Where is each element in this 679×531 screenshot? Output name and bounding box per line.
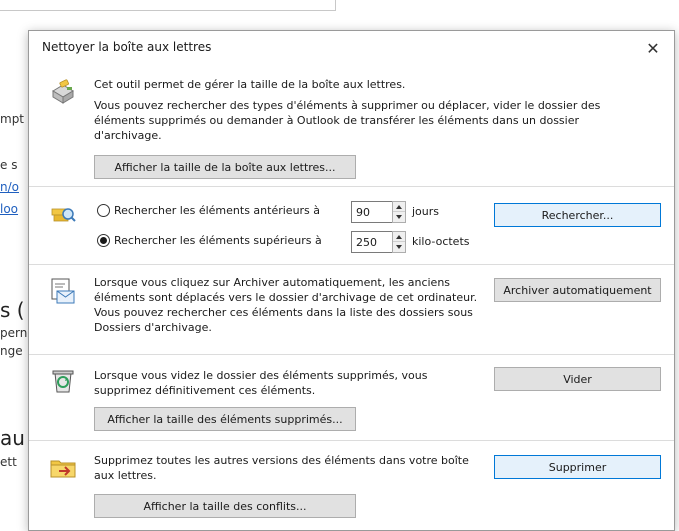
deleted-items-section: Lorsque vous videz le dossier des élémen… bbox=[29, 355, 674, 441]
background-text-fragment: nge bbox=[0, 344, 23, 358]
delete-conflicts-button[interactable]: Supprimer bbox=[494, 455, 661, 479]
larger-size-up-button[interactable] bbox=[393, 232, 405, 242]
arrow-down-icon bbox=[396, 215, 402, 219]
auto-archive-button[interactable]: Archiver automatiquement bbox=[494, 278, 661, 302]
search-larger-option[interactable]: Rechercher les éléments supérieurs à bbox=[97, 234, 322, 247]
search-section: Rechercher les éléments antérieurs à jou… bbox=[29, 187, 674, 265]
larger-size-input[interactable] bbox=[351, 231, 393, 253]
deleted-items-text: Lorsque vous videz le dossier des élémen… bbox=[94, 369, 428, 397]
conflicts-folder-icon bbox=[50, 460, 76, 478]
mailbox-description-text: Vous pouvez rechercher des types d'éléme… bbox=[94, 99, 601, 142]
background-link-fragment[interactable]: n/o bbox=[0, 180, 28, 194]
older-unit-label: jours bbox=[412, 205, 440, 218]
close-button[interactable]: ✕ bbox=[642, 37, 664, 59]
mailbox-tool-icon bbox=[52, 79, 74, 104]
search-older-option[interactable]: Rechercher les éléments antérieurs à bbox=[97, 204, 320, 217]
larger-size-down-button[interactable] bbox=[393, 242, 405, 252]
dialog-titlebar[interactable]: Nettoyer la boîte aux lettres ✕ bbox=[29, 31, 674, 65]
background-text-fragment: ett bbox=[0, 455, 17, 469]
dialog-title: Nettoyer la boîte aux lettres bbox=[42, 40, 212, 54]
older-days-down-button[interactable] bbox=[393, 212, 405, 222]
mailbox-intro-text: Cet outil permet de gérer la taille de l… bbox=[94, 78, 406, 91]
background-link-fragment[interactable]: loo bbox=[0, 202, 28, 216]
auto-archive-text: Lorsque vous cliquez sur Archiver automa… bbox=[94, 276, 478, 334]
arrow-up-icon bbox=[396, 204, 402, 209]
conflicts-section: Supprimez toutes les autres versions des… bbox=[29, 441, 674, 530]
older-days-input[interactable] bbox=[351, 201, 393, 223]
older-days-up-button[interactable] bbox=[393, 202, 405, 212]
recycle-bin-icon bbox=[52, 370, 74, 393]
larger-label: Rechercher les éléments supérieurs à bbox=[114, 234, 322, 247]
background-text-fragment: mpt bbox=[0, 112, 25, 126]
archive-icon bbox=[51, 278, 75, 304]
background-text-fragment: pern bbox=[0, 326, 28, 340]
search-items-icon bbox=[51, 208, 76, 222]
larger-size-stepper[interactable] bbox=[392, 231, 406, 253]
mailbox-cleanup-dialog: Nettoyer la boîte aux lettres ✕ Cet outi… bbox=[28, 30, 675, 531]
conflicts-text: Supprimez toutes les autres versions des… bbox=[94, 454, 469, 482]
search-button[interactable]: Rechercher... bbox=[494, 203, 661, 227]
older-radio[interactable] bbox=[97, 204, 110, 217]
arrow-down-icon bbox=[396, 245, 402, 249]
show-mailbox-size-button[interactable]: Afficher la taille de la boîte aux lettr… bbox=[94, 155, 356, 179]
larger-unit-label: kilo-octets bbox=[412, 235, 470, 248]
background-heading-fragment: au bbox=[0, 426, 25, 450]
background-heading-fragment: s ( bbox=[0, 298, 25, 322]
auto-archive-section: Lorsque vous cliquez sur Archiver automa… bbox=[29, 265, 674, 355]
close-icon: ✕ bbox=[646, 38, 660, 58]
background-divider-vertical bbox=[335, 0, 336, 11]
arrow-up-icon bbox=[396, 234, 402, 239]
show-conflicts-size-button[interactable]: Afficher la taille des conflits... bbox=[94, 494, 356, 518]
empty-deleted-button[interactable]: Vider bbox=[494, 367, 661, 391]
older-days-stepper[interactable] bbox=[392, 201, 406, 223]
show-deleted-size-button[interactable]: Afficher la taille des éléments supprimé… bbox=[94, 407, 356, 431]
background-divider bbox=[0, 10, 336, 11]
larger-radio[interactable] bbox=[97, 234, 110, 247]
older-label: Rechercher les éléments antérieurs à bbox=[114, 204, 321, 217]
mailbox-size-section: Cet outil permet de gérer la taille de l… bbox=[29, 65, 674, 187]
background-text-fragment: e s bbox=[0, 158, 18, 172]
